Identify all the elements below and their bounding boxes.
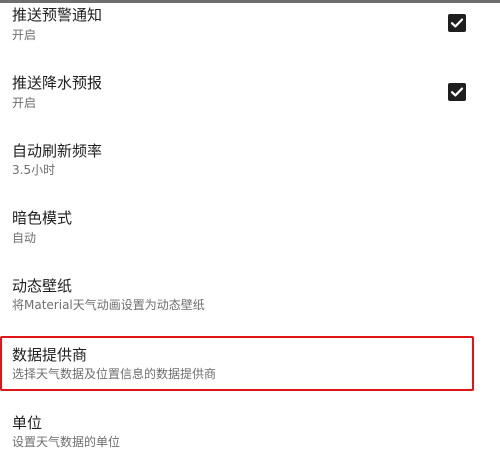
settings-list: 推送预警通知 开启 推送降水预报 开启 自动刷新频率 3.5小时 暗色模式 自动…	[0, 0, 500, 459]
checkmark-icon	[450, 87, 464, 97]
pref-summary: 自动	[12, 231, 37, 245]
pref-summary: 设置天气数据的单位	[12, 435, 121, 449]
pref-live-wallpaper[interactable]: 动态壁纸 将Material天气动画设置为动态壁纸	[0, 272, 500, 340]
pref-title: 单位	[12, 414, 43, 432]
pref-alert-notification[interactable]: 推送预警通知 开启	[0, 0, 500, 68]
pref-title: 数据提供商	[12, 346, 88, 364]
pref-summary: 3.5小时	[12, 163, 56, 177]
pref-summary: 开启	[12, 96, 37, 110]
pref-summary: 开启	[12, 28, 37, 42]
pref-refresh-rate[interactable]: 自动刷新频率 3.5小时	[0, 136, 500, 204]
pref-title: 动态壁纸	[12, 277, 73, 295]
pref-title: 推送降水预报	[12, 74, 103, 92]
pref-units[interactable]: 单位 设置天气数据的单位	[0, 408, 500, 476]
pref-data-provider[interactable]: 数据提供商 选择天气数据及位置信息的数据提供商	[0, 340, 500, 408]
pref-summary: 选择天气数据及位置信息的数据提供商	[12, 367, 217, 381]
pref-title: 推送预警通知	[12, 6, 103, 24]
pref-precipitation-forecast[interactable]: 推送降水预报 开启	[0, 68, 500, 136]
pref-title: 自动刷新频率	[12, 142, 103, 160]
pref-title: 暗色模式	[12, 209, 73, 227]
checkmark-icon	[450, 18, 464, 28]
precipitation-forecast-checkbox[interactable]	[448, 83, 466, 101]
alert-notification-checkbox[interactable]	[448, 14, 466, 32]
pref-summary: 将Material天气动画设置为动态壁纸	[12, 298, 205, 312]
pref-dark-mode[interactable]: 暗色模式 自动	[0, 204, 500, 272]
